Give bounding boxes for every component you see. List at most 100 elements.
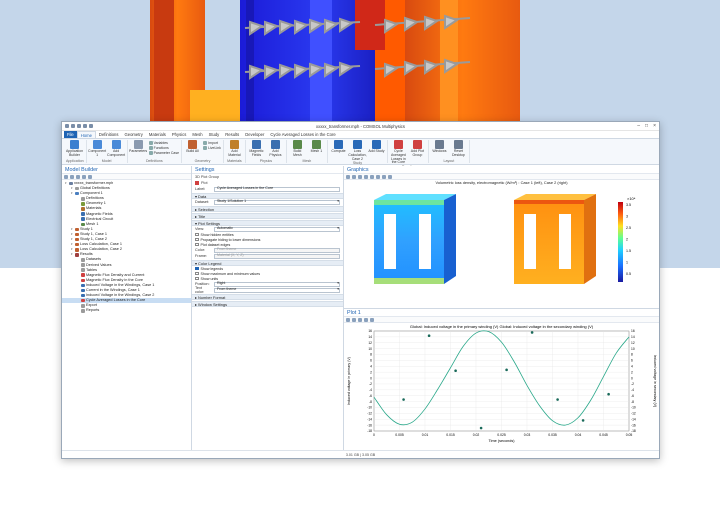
save-icon[interactable] [77, 124, 81, 128]
view-select[interactable]: Automatic ▾ [214, 226, 340, 232]
checkbox[interactable] [195, 276, 199, 281]
expand-arrow-icon[interactable]: ▾ [71, 252, 74, 257]
tree-item[interactable]: Reports [62, 308, 191, 313]
graphics-title: Graphics [344, 166, 659, 174]
maximize-icon[interactable]: □ [645, 123, 648, 129]
add-plot-group-button[interactable]: Add Plot Group [409, 140, 426, 165]
checkbox[interactable] [195, 266, 199, 271]
y-tick-label: 4 [370, 364, 372, 368]
comsol-window: xxxxx_transformer.mph - COMSOL Multiphys… [61, 121, 660, 459]
checkbox[interactable] [195, 271, 199, 276]
text-color-select[interactable]: From theme ▾ [214, 287, 340, 293]
windows-button[interactable]: Windows [431, 140, 448, 159]
view-icon[interactable] [376, 175, 380, 179]
add-study-button[interactable]: Add Study [368, 140, 385, 161]
node-icon [81, 217, 85, 221]
component-1-button[interactable]: Component 1 [88, 140, 106, 159]
position-select[interactable]: Right ▾ [214, 281, 340, 287]
minimize-icon[interactable]: – [637, 123, 640, 129]
open-file-icon[interactable] [71, 124, 75, 128]
frame-value: Material (X, Y, Z) [217, 253, 244, 258]
frame-select[interactable]: Material (X, Y, Z) [214, 253, 340, 259]
parameters-button[interactable]: Parameters [129, 140, 147, 159]
build-all-button[interactable]: Build All [184, 140, 201, 159]
print-icon[interactable] [388, 175, 392, 179]
zoom-extents-icon[interactable] [358, 175, 362, 179]
colorbar [618, 202, 623, 282]
color-select[interactable]: From theme [214, 247, 340, 253]
ribbon-tab-geometry[interactable]: Geometry [121, 131, 145, 138]
add-material-button[interactable]: Add Material [226, 140, 243, 159]
ribbon-tab-cycle-averaged-losses-in-the-core[interactable]: Cycle Averaged Losses in the Core [267, 131, 338, 138]
ribbon-tab-mesh[interactable]: Mesh [189, 131, 205, 138]
ribbon-tab-definitions[interactable]: Definitions [96, 131, 122, 138]
zoom-out-icon[interactable] [352, 175, 356, 179]
color-label: Color: [195, 248, 206, 252]
ribbon-tab-results[interactable]: Results [222, 131, 242, 138]
expand-icon[interactable] [82, 175, 86, 179]
expand-arrow-icon[interactable]: ▾ [71, 191, 74, 196]
ribbon-tab-file[interactable]: File [64, 131, 77, 138]
reset-desktop-button[interactable]: Reset Desktop [450, 140, 467, 159]
new-file-icon[interactable] [65, 124, 69, 128]
ribbon-tab-home[interactable]: Home [76, 131, 96, 138]
induced-voltage-chart[interactable]: Global: Induced voltage in the primary w… [344, 323, 660, 449]
back-icon[interactable] [64, 175, 68, 179]
checkbox[interactable] [195, 242, 199, 247]
import-button[interactable]: Import [203, 141, 221, 145]
section-window-settings[interactable]: ▸ Window Settings [192, 301, 343, 307]
variables-button[interactable]: Variables [148, 141, 179, 145]
mesh-1-button[interactable]: Mesh 1 [308, 140, 325, 159]
ribbon-group-label: Materials [227, 159, 242, 163]
add-physics-button[interactable]: Add Physics [267, 140, 284, 159]
zoom-extents-icon[interactable] [352, 318, 356, 322]
ribbon-group-application: Application Builder Application [64, 140, 87, 163]
loss-calculation-case-2-button[interactable]: Loss Calculation, Case 2 [348, 140, 367, 161]
cycle-averaged-losses-in-the-core-button[interactable]: Cycle Averaged Losses in the Core [390, 140, 407, 165]
axis-icon[interactable] [358, 318, 362, 322]
redo-icon[interactable] [89, 124, 93, 128]
section-title[interactable]: ▸ Title [192, 213, 343, 219]
zoom-in-icon[interactable] [346, 175, 350, 179]
y-tick-label: 12 [368, 341, 372, 345]
node-icon [81, 212, 85, 216]
ribbon-tab-study[interactable]: Study [206, 131, 223, 138]
rotate-icon[interactable] [364, 175, 368, 179]
collapse-icon[interactable] [76, 175, 80, 179]
zoom-box-icon[interactable] [346, 318, 350, 322]
checkbox[interactable] [195, 232, 199, 237]
label-input[interactable]: Cycle Averaged Losses in the Core [214, 186, 340, 192]
section-selection[interactable]: ▸ Selection [192, 206, 343, 212]
parameter-case-button[interactable]: Parameter Case [148, 151, 179, 155]
functions-button[interactable]: Functions [148, 146, 179, 150]
forward-icon[interactable] [70, 175, 74, 179]
ribbon-tab-physics[interactable]: Physics [169, 131, 189, 138]
ribbon-tab-developer[interactable]: Developer [242, 131, 267, 138]
section-number-format[interactable]: ▸ Number Format [192, 294, 343, 300]
settings-pane: Settings 3D Plot Group Plot Label: Cycle… [192, 166, 344, 450]
undo-icon[interactable] [83, 124, 87, 128]
build-mesh-button[interactable]: Build Mesh [289, 140, 306, 159]
ribbon-small-label: Variables [153, 141, 168, 145]
series-point-secondary [505, 368, 508, 372]
show-icon[interactable] [88, 175, 92, 179]
close-icon[interactable]: × [653, 123, 656, 129]
select-icon[interactable] [370, 175, 374, 179]
compute-button[interactable]: Compute [330, 140, 347, 161]
checkbox[interactable] [195, 237, 199, 242]
magnetic-fields-button[interactable]: Magnetic Fields [248, 140, 265, 159]
livelink-button[interactable]: LiveLink [203, 146, 221, 150]
add-component-button[interactable]: Add Component [107, 140, 125, 159]
y2-tick-label: 0 [631, 376, 633, 380]
camera-icon[interactable] [370, 318, 374, 322]
ribbon-group-mesh: Build Mesh Mesh 1 Mesh [287, 140, 328, 163]
camera-icon[interactable] [382, 175, 386, 179]
status-bar: 3.01 GB | 3.05 GB [62, 450, 659, 458]
grid-icon[interactable] [364, 318, 368, 322]
ribbon-tab-materials[interactable]: Materials [146, 131, 169, 138]
loss-density-3d-view[interactable]: ×10⁴ 3.5 3 2.5 2 1.5 1 0.5 [344, 192, 660, 302]
dataset-select[interactable]: Study 1/Solution 1 ▾ [214, 199, 340, 205]
application-builder-button[interactable]: Application Builder [66, 140, 83, 159]
ribbon-group-physics: Magnetic Fields Add Physics Physics [246, 140, 287, 163]
expand-arrow-icon[interactable]: ▾ [65, 181, 68, 186]
